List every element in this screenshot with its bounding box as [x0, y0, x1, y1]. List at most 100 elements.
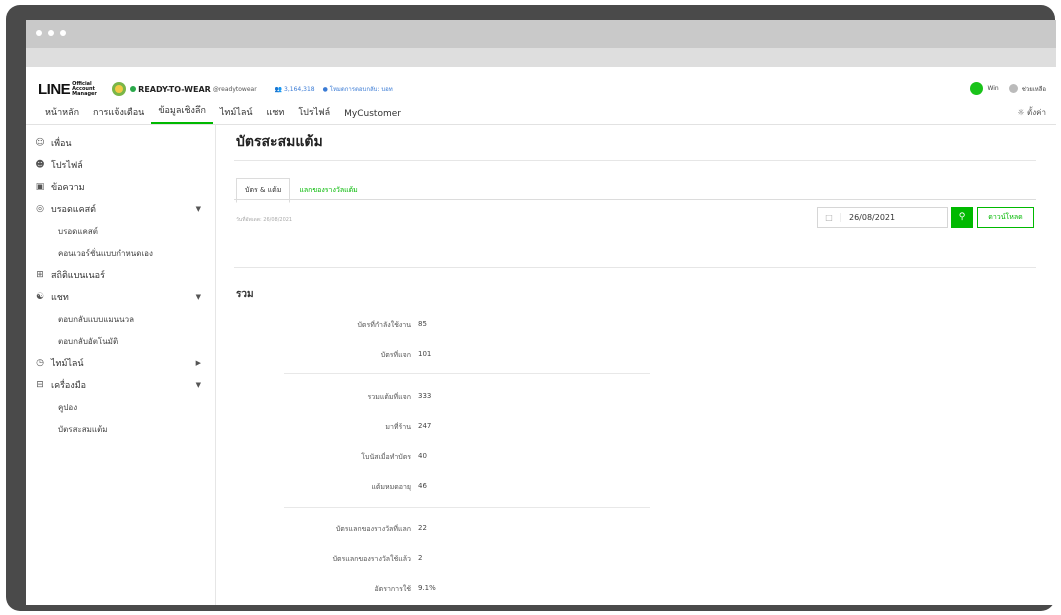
- user-status-icon[interactable]: [970, 82, 984, 95]
- stat-label: บัตรแลกของรางวัลใช้แล้ว: [332, 555, 411, 563]
- nav-tab-profile[interactable]: โปรไฟล์: [291, 105, 337, 124]
- stat-value: 2: [418, 554, 423, 562]
- update-date-note: วันที่อัพเดต: 26/08/2021: [236, 217, 293, 223]
- close-dot[interactable]: [36, 30, 42, 36]
- sidebar-subitem-custom-conversion[interactable]: คอนเวอร์ชั่นแบบกำหนดเอง: [26, 242, 215, 264]
- stat-row: บัตรแลกของรางวัลใช้แล้ว 2: [234, 554, 634, 570]
- user-name[interactable]: Win: [987, 85, 998, 92]
- nav-tab-notifications[interactable]: การแจ้งเตือน: [86, 105, 151, 124]
- main-nav: หน้าหลัก การแจ้งเตือน ข้อมูลเชิงลึก ไทม์…: [26, 102, 1056, 125]
- sidebar-item-messages[interactable]: ▣ ข้อความ: [26, 176, 215, 198]
- friends-count[interactable]: 👥 3,164,318: [275, 86, 315, 93]
- browser-window: LINE Official Account Manager READY-TO-W…: [26, 20, 1056, 605]
- sidebar-subitem-reward-card[interactable]: บัตรสะสมแต้ม: [26, 418, 215, 440]
- broadcast-icon: ◎: [36, 204, 44, 214]
- stat-row: แต้มหมดอายุ 46: [234, 482, 634, 498]
- stat-label: รวมแต้มที่แจก: [367, 393, 411, 401]
- stat-row: รวมแต้มที่แจก 333: [234, 392, 634, 408]
- nav-tab-chat[interactable]: แชท: [260, 105, 292, 124]
- friends-count-value: 3,164,318: [284, 85, 315, 93]
- reply-mode[interactable]: ● โหมดการตอบกลับ: บอท: [323, 84, 393, 94]
- account-avatar[interactable]: [112, 82, 127, 96]
- search-button[interactable]: ⚲: [951, 207, 973, 228]
- date-picker[interactable]: □ 26/08/2021: [817, 207, 948, 228]
- stat-row: อัตราการใช้ 9.1%: [234, 584, 634, 600]
- calendar-icon[interactable]: □: [818, 213, 841, 222]
- sidebar-item-label: บรอดแคสต์: [51, 205, 96, 215]
- sidebar-item-banner-stats[interactable]: ⊞ สถิติแบนเนอร์: [26, 264, 215, 286]
- chevron-down-icon: ▼: [195, 381, 201, 389]
- settings-label: ตั้งค่า: [1027, 108, 1046, 117]
- stat-value: 333: [418, 392, 432, 400]
- sidebar-subitem-broadcast[interactable]: บรอดแคสต์: [26, 220, 215, 242]
- help-link[interactable]: ช่วยเหลือ: [1022, 84, 1046, 94]
- stat-value: 101: [418, 350, 432, 358]
- stat-row: บัตรแลกของรางวัลที่แลก 22: [234, 524, 634, 540]
- sidebar: ☺ เพื่อน ☻ โปรไฟล์ ▣ ข้อความ ◎ บรอดแคสต์ ▼ บร…: [26, 124, 216, 605]
- stat-value: 40: [418, 452, 427, 460]
- sidebar-subitem-auto-reply[interactable]: ตอบกลับอัตโนมัติ: [26, 330, 215, 352]
- sidebar-item-tools[interactable]: ⊟ เครื่องมือ ▼: [26, 374, 215, 396]
- main-content: บัตรสะสมแต้ม บัตร & แต้ม แลกของรางวัลแต้…: [234, 124, 1046, 605]
- sidebar-item-label: โปรไฟล์: [51, 161, 83, 171]
- stat-label: บัตรที่แจก: [380, 351, 411, 359]
- device-frame: LINE Official Account Manager READY-TO-W…: [6, 5, 1056, 611]
- sidebar-item-label: แชท: [51, 293, 69, 303]
- clock-icon: ◷: [36, 358, 44, 368]
- stat-label: แต้มหมดอายุ: [371, 483, 411, 491]
- nav-tab-mycustomer[interactable]: MyCustomer: [337, 109, 408, 124]
- stat-label: บัตรที่กำลังใช้งาน: [357, 321, 411, 329]
- minimize-dot[interactable]: [48, 30, 54, 36]
- reply-mode-text: โหมดการตอบกลับ: บอท: [329, 86, 393, 93]
- sidebar-item-chat[interactable]: ☯ แชท ▼: [26, 286, 215, 308]
- divider: [284, 507, 650, 508]
- sidebar-item-label: ไทม์ไลน์: [51, 359, 84, 369]
- sidebar-item-timeline[interactable]: ◷ ไทม์ไลน์ ▶: [26, 352, 215, 374]
- stats-icon: ⊞: [36, 270, 44, 280]
- verified-badge-icon: [130, 86, 137, 92]
- message-icon: ▣: [35, 182, 45, 192]
- help-icon[interactable]: [1008, 84, 1018, 93]
- stat-value: 9.1%: [418, 584, 436, 592]
- user-menu: Win ช่วยเหลือ: [970, 82, 1046, 95]
- nav-tab-home[interactable]: หน้าหลัก: [38, 105, 86, 124]
- page-title: บัตรสะสมแต้ม: [236, 134, 323, 150]
- sidebar-item-label: เครื่องมือ: [51, 381, 87, 391]
- window-controls: [36, 30, 66, 36]
- stat-value: 46: [418, 482, 427, 490]
- sidebar-item-profile[interactable]: ☻ โปรไฟล์: [26, 154, 215, 176]
- tools-icon: ⊟: [36, 380, 44, 390]
- sidebar-item-friends[interactable]: ☺ เพื่อน: [26, 132, 215, 154]
- stat-row: โบนัสเมื่อทำบัตร 40: [234, 452, 634, 468]
- sidebar-item-label: ข้อความ: [51, 183, 85, 193]
- nav-tab-insights[interactable]: ข้อมูลเชิงลึก: [151, 103, 213, 124]
- sidebar-subitem-coupons[interactable]: คูปอง: [26, 396, 215, 418]
- date-value[interactable]: 26/08/2021: [841, 213, 895, 222]
- settings-link[interactable]: ☼ ตั้งค่า: [1017, 106, 1046, 119]
- stat-label: อัตราการใช้: [374, 585, 411, 593]
- sidebar-item-broadcast[interactable]: ◎ บรอดแคสต์ ▼: [26, 198, 215, 220]
- nav-tab-timeline[interactable]: ไทม์ไลน์: [213, 105, 260, 124]
- sidebar-item-label: เพื่อน: [51, 139, 72, 149]
- stat-label: บัตรแลกของรางวัลที่แลก: [335, 525, 411, 533]
- account-id: @readytowear: [212, 85, 257, 93]
- sidebar-subitem-manual-reply[interactable]: ตอบกลับแบบแมนนวล: [26, 308, 215, 330]
- chevron-right-icon: ▶: [195, 359, 201, 367]
- download-button[interactable]: ดาวน์โหลด: [977, 207, 1034, 228]
- divider: [234, 267, 1036, 268]
- divider: [284, 373, 650, 374]
- friends-icon: ☺: [35, 138, 45, 148]
- search-icon: ⚲: [958, 212, 966, 222]
- account-name[interactable]: READY-TO-WEAR: [138, 85, 211, 94]
- chevron-down-icon: ▼: [195, 293, 201, 301]
- gear-icon: ☼: [1017, 108, 1025, 117]
- maximize-dot[interactable]: [60, 30, 66, 36]
- account-header: LINE Official Account Manager READY-TO-W…: [26, 76, 1056, 102]
- chat-icon: ☯: [35, 292, 45, 302]
- profile-icon: ☻: [35, 160, 45, 170]
- stat-row: บัตรที่กำลังใช้งาน 85: [234, 320, 634, 336]
- sidebar-item-label: สถิติแบนเนอร์: [51, 271, 105, 281]
- line-logo[interactable]: LINE: [38, 81, 71, 98]
- stat-value: 247: [418, 422, 432, 430]
- stat-row: มาที่ร้าน 247: [234, 422, 634, 438]
